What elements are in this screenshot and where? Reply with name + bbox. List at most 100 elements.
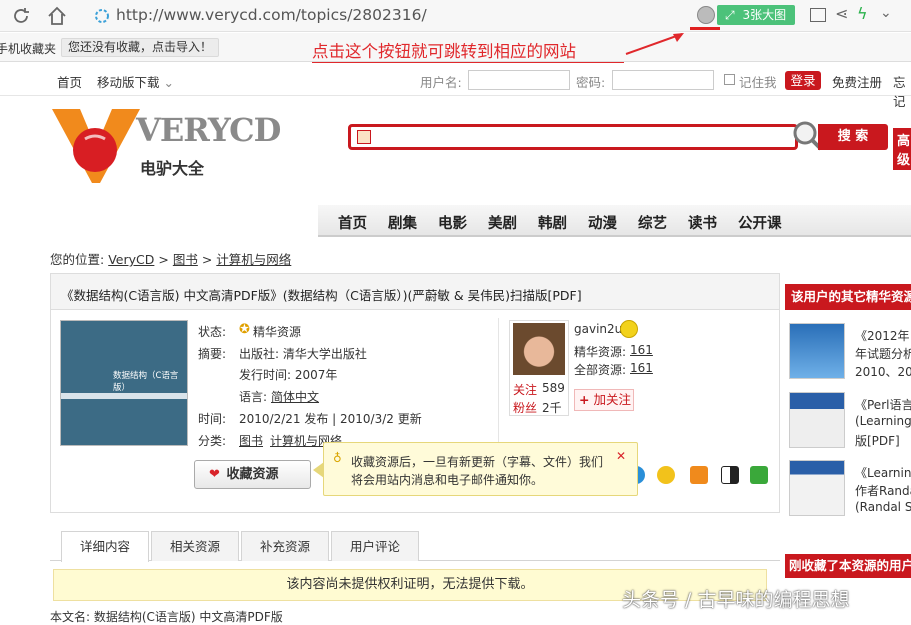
notice-text: 该内容尚未提供权利证明，无法提供下载。 xyxy=(286,577,534,592)
password-input[interactable] xyxy=(612,70,714,90)
sidebar-header-text: 该用户的其它精华资源 xyxy=(791,289,911,304)
remember-checkbox[interactable] xyxy=(724,74,735,85)
category-label: 分类: xyxy=(198,434,227,448)
verycd-logo[interactable]: VERYCD 电驴大全 xyxy=(50,103,281,185)
logo-brand: VERYCD xyxy=(136,111,281,149)
username-input[interactable] xyxy=(468,70,570,90)
favorite-button[interactable]: ❤ 收藏资源 xyxy=(194,460,311,489)
user-avatar[interactable] xyxy=(513,323,565,375)
bigimg-button[interactable]: ⤢ 3张大图 xyxy=(717,5,795,25)
content-title-cut: 本文名: 数据结构(C语言版) 中文高清PDF版 xyxy=(50,610,283,624)
search-button[interactable]: 搜 索 xyxy=(818,124,888,150)
sidebar-item-2-l1[interactable]: 《Perl语言 xyxy=(855,396,911,413)
follow-button[interactable]: + 加关注 xyxy=(574,389,634,411)
menu-series[interactable]: 剧集 xyxy=(388,212,417,233)
advanced-search-link[interactable]: 高级 xyxy=(893,128,911,170)
logo-v-icon xyxy=(52,109,140,183)
elite-count-link[interactable]: 161 xyxy=(630,343,653,357)
pubtime-text: 发行时间: 2007年 xyxy=(239,368,338,382)
sidebar-item-1-l2: 年试题分析 xyxy=(855,347,911,361)
login-button[interactable]: 登录 xyxy=(785,71,821,90)
fans-count: 2千 xyxy=(542,401,562,415)
nav-home-link[interactable]: 首页 xyxy=(57,72,82,91)
username-link[interactable]: gavin2u xyxy=(574,322,622,336)
mobile-download-label: 移动版下载 xyxy=(97,75,160,90)
all-label: 全部资源: xyxy=(574,363,627,377)
summary-label: 摘要: xyxy=(198,347,227,361)
menu-opencourse[interactable]: 公开课 xyxy=(738,212,782,233)
breadcrumb-books[interactable]: 图书 xyxy=(173,252,198,267)
cover-stripe xyxy=(61,393,187,399)
resource-title: 《数据结构(C语言版) 中文高清PDF版》(数据结构（C语言版）)(严蔚敏 & … xyxy=(61,288,582,303)
breadcrumb: 您的位置: VeryCD > 图书 > 计算机与网络 xyxy=(50,249,291,268)
menu-k-drama[interactable]: 韩剧 xyxy=(538,212,567,233)
sidebar-item-2-l2: (Learning xyxy=(855,414,911,428)
sidebar-item-2-l3: 版[PDF] xyxy=(855,434,900,448)
breadcrumb-computer[interactable]: 计算机与网络 xyxy=(216,252,291,267)
avatar-extension-icon[interactable] xyxy=(697,6,715,24)
refresh-icon[interactable] xyxy=(10,5,32,27)
annotation-text: 点击这个按钮就可跳转到相应的网站 xyxy=(312,42,576,61)
breadcrumb-verycd[interactable]: VeryCD xyxy=(108,252,154,267)
mobile-download-link[interactable]: 移动版下载 ⌄ xyxy=(97,72,174,91)
tab-supplement[interactable]: 补充资源 xyxy=(241,531,329,561)
breadcrumb-prefix: 您的位置: xyxy=(50,252,105,267)
search-box[interactable] xyxy=(348,124,798,150)
share-icon[interactable]: ⋖ xyxy=(835,4,848,23)
menu-anime[interactable]: 动漫 xyxy=(588,212,617,233)
menu-movies[interactable]: 电影 xyxy=(438,212,467,233)
language-link[interactable]: 简体中文 xyxy=(271,388,319,405)
green-arrow-icon[interactable] xyxy=(750,466,768,484)
tab-details[interactable]: 详细内容 xyxy=(61,531,149,562)
time-label: 时间: xyxy=(198,412,227,426)
logo-sub: 电驴大全 xyxy=(140,159,205,178)
time-value: 2010/2/21 发布 | 2010/3/2 更新 xyxy=(239,412,422,426)
heart-icon: ❤ xyxy=(209,467,220,482)
bulb-icon: ♁ xyxy=(333,451,342,465)
delicious-icon[interactable] xyxy=(721,466,739,484)
sidebar-item-1-l1[interactable]: 《2012年 xyxy=(855,327,910,344)
tooltip-pointer xyxy=(313,462,324,478)
menu-variety[interactable]: 综艺 xyxy=(638,212,667,233)
mobile-fav-link[interactable]: 手机收藏夹 xyxy=(0,40,56,57)
breadcrumb-sep: > xyxy=(201,252,213,267)
sidebar-header: 该用户的其它精华资源 xyxy=(785,284,911,310)
lightning-icon[interactable]: ϟ xyxy=(857,4,868,23)
sidebar-thumb-2[interactable] xyxy=(789,392,845,448)
tab-comments[interactable]: 用户评论 xyxy=(331,531,419,561)
book-cover[interactable]: 数据结构（C语言版） xyxy=(60,320,188,446)
forgot-link[interactable]: 忘记 xyxy=(893,72,911,110)
register-link[interactable]: 免费注册 xyxy=(832,72,882,91)
site-icon xyxy=(94,8,110,24)
menu-home[interactable]: 首页 xyxy=(338,212,367,233)
search-type-icon[interactable] xyxy=(357,130,371,144)
home-icon[interactable] xyxy=(46,5,68,27)
breadcrumb-sep: > xyxy=(158,252,169,267)
language-label: 语言: xyxy=(239,390,268,404)
close-icon[interactable]: ✕ xyxy=(616,449,626,463)
all-count-link[interactable]: 161 xyxy=(630,361,653,375)
follow-button-label: 加关注 xyxy=(593,392,631,407)
tab-related[interactable]: 相关资源 xyxy=(151,531,239,561)
category-books-link[interactable]: 图书 xyxy=(239,432,263,449)
remember-label: 记住我 xyxy=(739,75,777,90)
menu-us-drama[interactable]: 美剧 xyxy=(488,212,517,233)
sidebar-thumb-1[interactable] xyxy=(789,323,845,379)
username-label: 用户名: xyxy=(420,75,462,90)
reader-icon[interactable] xyxy=(810,8,826,22)
chevron-down-icon[interactable]: ⌄ xyxy=(880,5,892,21)
url-text[interactable]: http://www.verycd.com/topics/2802316/ xyxy=(116,6,427,24)
sidebar-thumb-3[interactable] xyxy=(789,460,845,516)
sidebar-item-3-l3: (Randal Sc xyxy=(855,500,911,514)
sidebar-item-3-l1[interactable]: 《Learning xyxy=(855,464,911,481)
divider-line xyxy=(498,318,499,446)
sidebar-item-1-l3: 2010、20 xyxy=(855,365,911,379)
import-favorites-chip[interactable]: 您还没有收藏，点击导入！ xyxy=(61,38,220,57)
sidebar-header-2: 刚收藏了本资源的用户 xyxy=(785,554,911,578)
elite-label: 精华资源: xyxy=(574,345,627,359)
watermark: 头条号 / 古早味的编程思想 xyxy=(622,589,850,611)
menu-books[interactable]: 读书 xyxy=(688,212,717,233)
emoji-icon[interactable] xyxy=(657,466,675,484)
rss-icon[interactable] xyxy=(690,466,708,484)
follow-label: 关注 xyxy=(513,383,538,397)
